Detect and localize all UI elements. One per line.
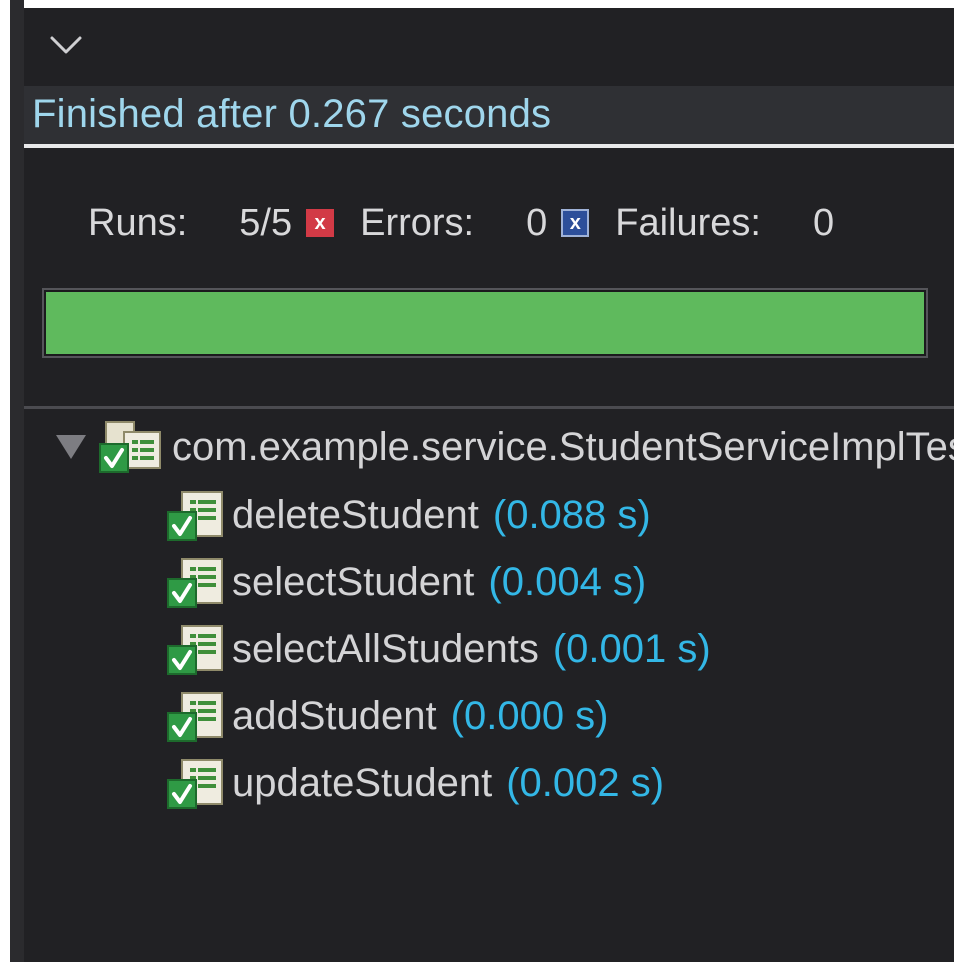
test-passed-icon xyxy=(167,558,223,608)
test-runner-window: Finished after 0.267 seconds Runs: 5/5 x… xyxy=(0,0,954,962)
test-row-selectallstudents[interactable]: selectAllStudents (0.001 s) xyxy=(166,622,711,676)
test-time: (0.002 s) xyxy=(506,760,665,805)
test-row-selectstudent[interactable]: selectStudent (0.004 s) xyxy=(166,555,646,609)
test-name: selectAllStudents xyxy=(232,626,539,671)
test-suite-passed-icon xyxy=(99,421,161,473)
test-time: (0.088 s) xyxy=(492,492,651,537)
disclosure-triangle-icon[interactable] xyxy=(56,435,86,459)
test-name: updateStudent xyxy=(232,760,493,805)
test-row-updatestudent[interactable]: updateStudent (0.002 s) xyxy=(166,756,664,810)
test-name: selectStudent xyxy=(232,559,475,604)
test-passed-icon xyxy=(167,625,223,675)
test-time: (0.000 s) xyxy=(450,693,609,738)
test-name: deleteStudent xyxy=(232,492,479,537)
test-row-deletestudent[interactable]: deleteStudent (0.088 s) xyxy=(166,488,651,542)
test-passed-icon xyxy=(167,491,223,541)
suite-label: com.example.service.StudentServiceImplTe… xyxy=(172,424,954,469)
test-row-addstudent[interactable]: addStudent (0.000 s) xyxy=(166,689,609,743)
test-name: addStudent xyxy=(232,693,437,738)
tree-suite-row[interactable]: com.example.service.StudentServiceImplTe… xyxy=(56,420,954,474)
test-passed-icon xyxy=(167,692,223,742)
test-tree: com.example.service.StudentServiceImplTe… xyxy=(0,0,954,962)
test-passed-icon xyxy=(167,759,223,809)
test-time: (0.001 s) xyxy=(552,626,711,671)
test-time: (0.004 s) xyxy=(488,559,647,604)
